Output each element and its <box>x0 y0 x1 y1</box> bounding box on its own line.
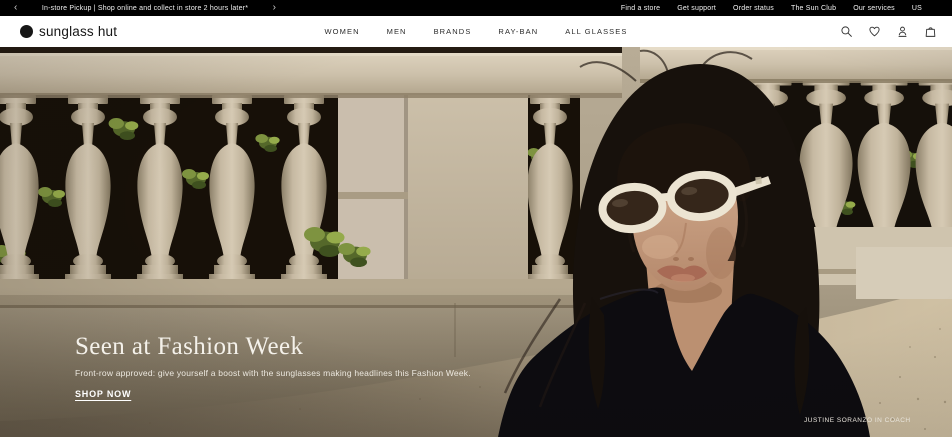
nav-icon-group <box>839 25 937 39</box>
hero-subtitle: Front-row approved: give yourself a boos… <box>75 368 471 379</box>
model-credit: JUSTINE SORANZO IN COACH <box>804 417 911 424</box>
nav-item-ray-ban[interactable]: RAY-BAN <box>498 27 538 36</box>
wishlist-heart-icon[interactable] <box>867 25 881 39</box>
hero-title: Seen at Fashion Week <box>75 333 304 360</box>
nav-item-all-glasses[interactable]: ALL GLASSES <box>565 27 627 36</box>
account-icon[interactable] <box>895 25 909 39</box>
hero-copy: Seen at Fashion Week Front-row approved:… <box>75 333 471 402</box>
logo-text: sunglass hut <box>39 24 118 39</box>
promo-link-find-a-store[interactable]: Find a store <box>621 5 660 12</box>
promo-bar: ‹ In-store Pickup | Shop online and coll… <box>0 0 952 16</box>
promo-link-the-sun-club[interactable]: The Sun Club <box>791 5 836 12</box>
nav-item-men[interactable]: MEN <box>387 27 407 36</box>
primary-nav: WOMEN MEN BRANDS RAY-BAN ALL GLASSES <box>325 27 628 36</box>
search-icon[interactable] <box>839 25 853 39</box>
sunglass-hut-logo[interactable]: sunglass hut <box>20 24 117 39</box>
promo-prev-button[interactable]: ‹ <box>12 3 19 13</box>
nav-item-brands[interactable]: BRANDS <box>434 27 472 36</box>
nav-item-women[interactable]: WOMEN <box>325 27 360 36</box>
promo-message: In-store Pickup | Shop online and collec… <box>41 4 249 12</box>
shopping-bag-icon[interactable] <box>923 25 937 39</box>
promo-next-button[interactable]: › <box>271 3 278 13</box>
hero-banner: Seen at Fashion Week Front-row approved:… <box>0 47 952 437</box>
promo-link-country-us[interactable]: US <box>912 5 922 12</box>
promo-carousel: ‹ In-store Pickup | Shop online and coll… <box>0 3 278 13</box>
main-navbar: sunglass hut WOMEN MEN BRANDS RAY-BAN AL… <box>0 16 952 47</box>
shop-now-link[interactable]: SHOP NOW <box>75 389 131 399</box>
promo-link-order-status[interactable]: Order status <box>733 5 774 12</box>
promo-link-our-services[interactable]: Our services <box>853 5 895 12</box>
utility-links: Find a store Get support Order status Th… <box>621 5 952 12</box>
sun-logo-icon <box>20 25 33 38</box>
promo-link-get-support[interactable]: Get support <box>677 5 716 12</box>
